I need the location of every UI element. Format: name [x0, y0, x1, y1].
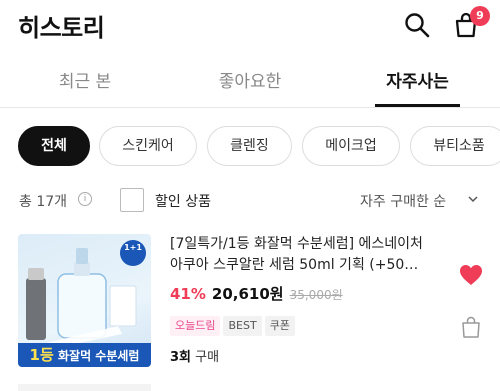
- tab-liked[interactable]: 좋아요한: [210, 67, 290, 92]
- category-chips: 전체 스킨케어 클렌징 메이크업 뷰티소품: [0, 126, 500, 168]
- chip-skincare[interactable]: 스킨케어: [99, 126, 197, 166]
- original-price: 35,000원: [289, 288, 343, 302]
- history-tabs: 최근 본 좋아요한 자주사는: [0, 52, 500, 108]
- info-icon[interactable]: i: [78, 192, 92, 206]
- chip-makeup[interactable]: 메이크업: [302, 126, 400, 166]
- purchase-count: 3회 구매: [170, 346, 219, 365]
- add-to-cart-icon[interactable]: [461, 316, 481, 338]
- purchase-count-suffix: 구매: [191, 350, 220, 365]
- sort-dropdown[interactable]: 자주 구매한 순: [360, 191, 446, 211]
- filter-bar: 총 17개 i 할인 상품 자주 구매한 순: [0, 184, 500, 216]
- image-caption: 화잘먹 수분세럼: [57, 349, 140, 363]
- chip-beauty-tools[interactable]: 뷰티소품: [410, 126, 500, 166]
- tag-best: BEST: [223, 316, 262, 336]
- header: 히스토리 9: [0, 0, 500, 50]
- item-count: 총 17개: [19, 194, 68, 210]
- discount-checkbox[interactable]: [120, 188, 144, 212]
- chevron-down-icon[interactable]: [467, 193, 479, 205]
- search-icon[interactable]: [403, 11, 431, 39]
- product-name[interactable]: [7일특가/1등 화잘먹 수분세럼] 에스네이처 아쿠아 스쿠알란 세럼 50m…: [170, 234, 440, 276]
- discount-filter-label[interactable]: 할인 상품: [155, 191, 211, 211]
- tab-recently-viewed[interactable]: 최근 본: [50, 67, 120, 92]
- tag-today-delivery: 오늘드림: [170, 316, 221, 336]
- next-product-preview: [18, 384, 151, 391]
- product-tags: 오늘드림 BEST 쿠폰: [170, 314, 298, 336]
- purchase-count-value: 3회: [170, 350, 192, 365]
- discount-rate: 41%: [170, 285, 206, 303]
- product-card[interactable]: 1+1 1등 화잘먹 수분세럼 [7일특가/1등 화잘먹 수분세럼] 에스네이처…: [0, 228, 500, 368]
- tab-frequently-bought[interactable]: 자주사는: [375, 67, 460, 92]
- chip-cleansing[interactable]: 클렌징: [207, 126, 292, 166]
- image-rank: 1등: [29, 346, 54, 364]
- active-tab-indicator: [375, 104, 460, 107]
- cart-count-badge: 9: [470, 6, 490, 26]
- image-banner: 1등 화잘먹 수분세럼: [18, 343, 151, 367]
- one-plus-one-badge: 1+1: [120, 240, 146, 266]
- product-image[interactable]: 1+1 1등 화잘먹 수분세럼: [18, 234, 151, 367]
- chip-all[interactable]: 전체: [18, 126, 90, 166]
- page-title: 히스토리: [18, 14, 105, 42]
- heart-icon[interactable]: [459, 264, 483, 286]
- price-row: 41% 20,610원 35,000원: [170, 283, 343, 304]
- sale-price: 20,610원: [211, 285, 284, 303]
- tag-coupon: 쿠폰: [264, 316, 295, 336]
